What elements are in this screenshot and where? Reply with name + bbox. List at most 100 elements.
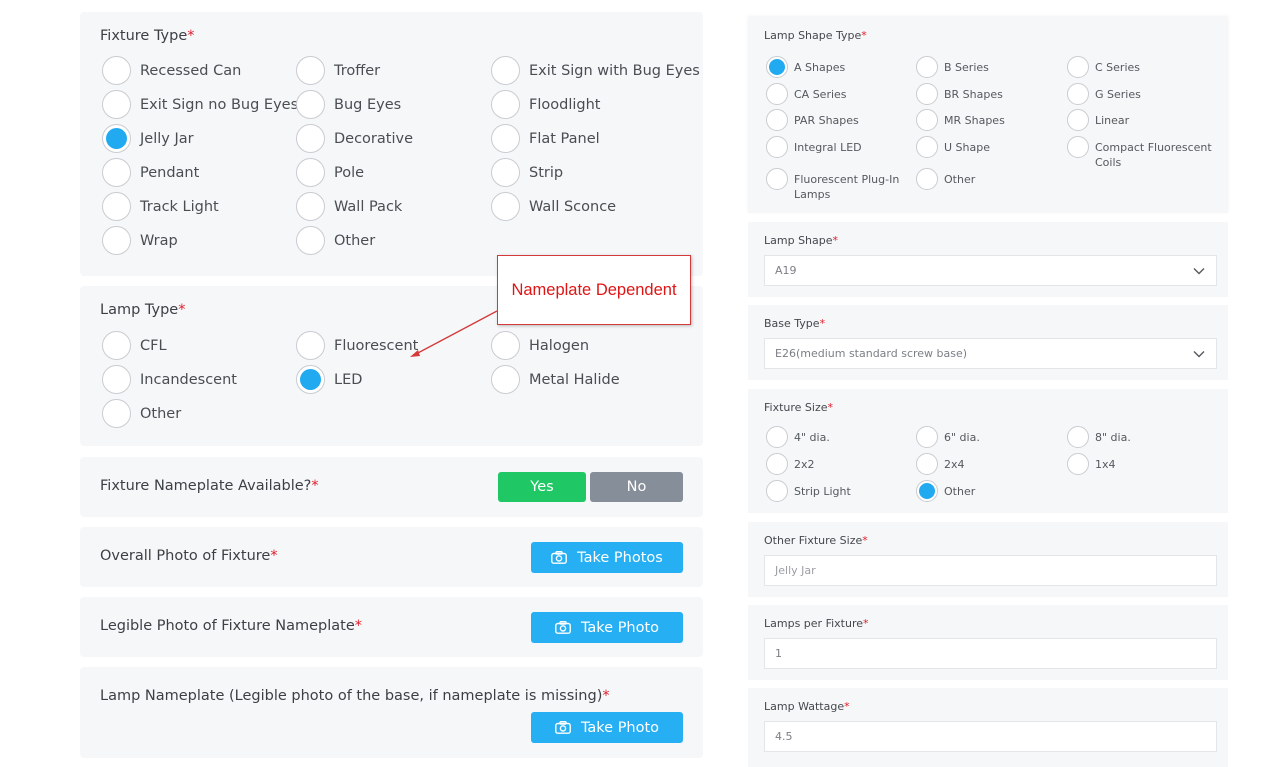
radio-button[interactable] [296, 124, 325, 153]
radio-button[interactable] [766, 453, 788, 475]
lamp-shape-type-option-integral-led[interactable]: Integral LED [766, 136, 916, 158]
radio-button[interactable] [491, 124, 520, 153]
radio-button[interactable] [766, 136, 788, 158]
radio-button[interactable] [296, 331, 325, 360]
radio-button[interactable] [296, 158, 325, 187]
radio-button[interactable] [766, 168, 788, 190]
radio-button[interactable] [296, 226, 325, 255]
radio-button[interactable] [491, 90, 520, 119]
radio-button[interactable] [296, 56, 325, 85]
radio-button[interactable] [1067, 83, 1089, 105]
radio-button[interactable] [102, 331, 131, 360]
lamp-shape-type-option-u-shape[interactable]: U Shape [916, 136, 1066, 158]
fixture-type-option-bug-eyes[interactable]: Bug Eyes [296, 90, 401, 119]
radio-button[interactable] [491, 365, 520, 394]
radio-button[interactable] [102, 226, 131, 255]
radio-button[interactable] [916, 56, 938, 78]
lamp-wattage-input[interactable]: 4.5 [764, 721, 1217, 752]
lamp-shape-type-option-mr-shapes[interactable]: MR Shapes [916, 109, 1066, 131]
lamp-shape-type-option-a-shapes[interactable]: A Shapes [766, 56, 916, 78]
lamp-shape-type-option-c-series[interactable]: C Series [1067, 56, 1217, 78]
lamp-type-option-fluorescent[interactable]: Fluorescent [296, 331, 418, 360]
fixture-type-option-strip[interactable]: Strip [491, 158, 563, 187]
radio-button[interactable] [916, 136, 938, 158]
fixture-type-option-wrap[interactable]: Wrap [102, 226, 178, 255]
lamp-type-option-cfl[interactable]: CFL [102, 331, 167, 360]
radio-button[interactable] [102, 56, 131, 85]
lamp-shape-type-option-linear[interactable]: Linear [1067, 109, 1217, 131]
lamp-shape-type-option-other[interactable]: Other [916, 168, 1066, 190]
lamp-type-option-led[interactable]: LED [296, 365, 362, 394]
lamp-shape-type-option-par-shapes[interactable]: PAR Shapes [766, 109, 916, 131]
radio-button[interactable] [296, 192, 325, 221]
fixture-type-option-exit-sign-with-bug-eyes[interactable]: Exit Sign with Bug Eyes [491, 56, 700, 85]
radio-button[interactable] [491, 192, 520, 221]
fixture-size-option-2x2[interactable]: 2x2 [766, 453, 916, 475]
take-lamp-photo-button[interactable]: Take Photo [531, 712, 683, 743]
other-fixture-size-input[interactable]: Jelly Jar [764, 555, 1217, 586]
radio-button[interactable] [766, 480, 788, 502]
lamp-shape-type-option-ca-series[interactable]: CA Series [766, 83, 916, 105]
fixture-size-option-4-dia[interactable]: 4" dia. [766, 426, 916, 448]
fixture-type-option-pendant[interactable]: Pendant [102, 158, 199, 187]
radio-button[interactable] [296, 90, 325, 119]
fixture-size-option-8-dia[interactable]: 8" dia. [1067, 426, 1217, 448]
fixture-size-option-1x4[interactable]: 1x4 [1067, 453, 1217, 475]
radio-button[interactable] [491, 331, 520, 360]
radio-button[interactable] [916, 83, 938, 105]
lamp-shape-type-option-br-shapes[interactable]: BR Shapes [916, 83, 1066, 105]
lamp-shape-type-option-compact-fluorescent-coils[interactable]: Compact Fluorescent Coils [1067, 136, 1217, 170]
fixture-type-option-pole[interactable]: Pole [296, 158, 364, 187]
lamp-shape-type-option-g-series[interactable]: G Series [1067, 83, 1217, 105]
radio-button[interactable] [916, 453, 938, 475]
fixture-size-option-2x4[interactable]: 2x4 [916, 453, 1066, 475]
radio-button[interactable] [766, 56, 788, 78]
radio-button[interactable] [916, 109, 938, 131]
radio-button[interactable] [102, 192, 131, 221]
radio-button[interactable] [766, 109, 788, 131]
fixture-type-option-wall-pack[interactable]: Wall Pack [296, 192, 402, 221]
lamp-type-option-halogen[interactable]: Halogen [491, 331, 589, 360]
fixture-type-option-jelly-jar[interactable]: Jelly Jar [102, 124, 194, 153]
fixture-size-option-strip-light[interactable]: Strip Light [766, 480, 916, 502]
fixture-type-option-floodlight[interactable]: Floodlight [491, 90, 600, 119]
fixture-type-option-other[interactable]: Other [296, 226, 375, 255]
lamp-shape-type-option-fluorescent-plug-in-lamps[interactable]: Fluorescent Plug-In Lamps [766, 168, 916, 202]
radio-button[interactable] [1067, 453, 1089, 475]
take-nameplate-photo-button[interactable]: Take Photo [531, 612, 683, 643]
radio-button[interactable] [102, 399, 131, 428]
radio-button[interactable] [102, 365, 131, 394]
fixture-type-option-decorative[interactable]: Decorative [296, 124, 413, 153]
radio-button[interactable] [102, 90, 131, 119]
base-type-select[interactable]: E26(medium standard screw base) [764, 338, 1217, 369]
radio-button[interactable] [1067, 426, 1089, 448]
take-photos-button[interactable]: Take Photos [531, 542, 683, 573]
fixture-type-option-exit-sign-no-bug-eyes[interactable]: Exit Sign no Bug Eyes [102, 90, 298, 119]
radio-button[interactable] [1067, 136, 1089, 158]
fixture-type-option-wall-sconce[interactable]: Wall Sconce [491, 192, 616, 221]
no-button[interactable]: No [590, 472, 683, 502]
radio-button[interactable] [916, 168, 938, 190]
radio-button[interactable] [491, 158, 520, 187]
lamp-type-option-metal-halide[interactable]: Metal Halide [491, 365, 620, 394]
radio-button[interactable] [916, 426, 938, 448]
lamp-shape-type-option-b-series[interactable]: B Series [916, 56, 1066, 78]
fixture-size-option-6-dia[interactable]: 6" dia. [916, 426, 1066, 448]
yes-button[interactable]: Yes [498, 472, 586, 502]
fixture-type-option-recessed-can[interactable]: Recessed Can [102, 56, 241, 85]
lamp-type-option-other[interactable]: Other [102, 399, 181, 428]
radio-button[interactable] [916, 480, 938, 502]
radio-button[interactable] [102, 158, 131, 187]
fixture-type-option-flat-panel[interactable]: Flat Panel [491, 124, 600, 153]
radio-button[interactable] [766, 83, 788, 105]
lamps-per-fixture-input[interactable]: 1 [764, 638, 1217, 669]
radio-button[interactable] [102, 124, 131, 153]
lamp-type-option-incandescent[interactable]: Incandescent [102, 365, 237, 394]
fixture-size-option-other[interactable]: Other [916, 480, 1066, 502]
fixture-type-option-track-light[interactable]: Track Light [102, 192, 219, 221]
radio-button[interactable] [1067, 109, 1089, 131]
radio-button[interactable] [1067, 56, 1089, 78]
radio-button[interactable] [491, 56, 520, 85]
lamp-shape-select[interactable]: A19 [764, 255, 1217, 286]
fixture-type-option-troffer[interactable]: Troffer [296, 56, 380, 85]
